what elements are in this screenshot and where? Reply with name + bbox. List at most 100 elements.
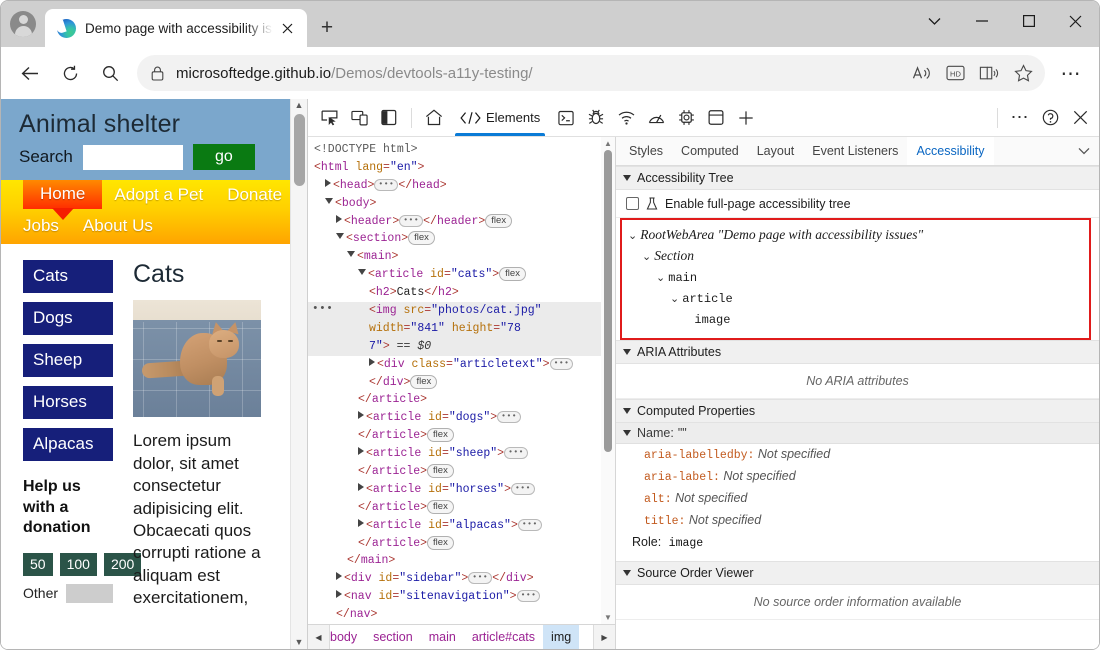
dom-tree-row[interactable]: <article id="dogs"> ••• [308,409,601,427]
search-button[interactable] [91,54,129,92]
tab-search-icon[interactable] [911,1,958,41]
enable-fullpage-checkbox[interactable] [626,197,639,210]
read-aloud-icon[interactable] [905,57,937,89]
a11y-tree-node[interactable]: ⌄ Section [622,246,1089,267]
dom-scroll-up-icon[interactable]: ▲ [604,139,612,148]
devtools-home-icon[interactable] [419,103,449,133]
dom-tree-row[interactable]: </article> [308,391,601,409]
tab-accessibility[interactable]: Accessibility [907,137,994,165]
category-dogs[interactable]: Dogs [23,302,113,336]
scroll-down-icon[interactable]: ▼ [295,638,304,647]
caret-right-icon[interactable] [358,482,364,491]
breadcrumb-item-section[interactable]: section [365,625,421,649]
performance-gauge-icon[interactable] [641,103,671,133]
tab-event-listeners[interactable]: Event Listeners [803,137,907,165]
site-nav-item-about[interactable]: About Us [71,212,165,240]
dom-tree-row[interactable]: <nav id="sitenavigation"> ••• [308,588,601,606]
favorite-star-icon[interactable] [1007,57,1039,89]
more-tools-ellipsis-icon[interactable]: ⋯ [1005,103,1035,133]
category-cats[interactable]: Cats [23,260,113,294]
dom-tree[interactable]: <!DOCTYPE html> <html lang="en"> <head> •••… [308,137,601,624]
section-computed-properties[interactable]: Computed Properties [616,399,1099,423]
caret-right-icon[interactable] [336,572,342,581]
dom-tree-row[interactable]: width="841" height="78 [308,319,601,338]
hd-icon[interactable]: HD [939,57,971,89]
dom-tree-row[interactable]: <article id="horses"> ••• [308,481,601,499]
scroll-up-icon[interactable]: ▲ [295,101,304,110]
caret-down-icon[interactable] [325,197,333,204]
caret-right-icon[interactable] [358,518,364,527]
dom-scroll-track[interactable] [601,148,615,613]
caret-right-icon[interactable] [358,411,364,420]
page-scroll-track[interactable] [291,110,307,638]
application-storage-icon[interactable] [701,103,731,133]
dom-scroll-down-icon[interactable]: ▼ [604,613,612,622]
back-button[interactable] [11,54,49,92]
dom-tree-row[interactable]: <h2>Cats</h2> [308,284,601,302]
dom-tree-row[interactable]: <article id="alpacas"> ••• [308,517,601,535]
dom-tree-row[interactable]: <div id="sidebar"> ••• </div> [308,570,601,588]
dom-tree-row[interactable]: <html lang="en"> [308,159,601,177]
donate-50-button[interactable]: 50 [23,552,53,576]
caret-right-icon[interactable] [325,178,331,187]
section-aria-attributes[interactable]: ARIA Attributes [616,340,1099,364]
dom-tree-row[interactable]: <section> flex [308,230,601,248]
more-tabs-chevron-icon[interactable] [1069,137,1099,165]
dom-tree-row[interactable]: <main> [308,248,601,266]
section-accessibility-tree[interactable]: Accessibility Tree [616,166,1099,190]
dom-tree-row[interactable]: <img src="photos/cat.jpg" [308,301,601,320]
add-panel-button[interactable] [731,103,761,133]
category-alpacas[interactable]: Alpacas [23,428,113,462]
memory-chip-icon[interactable] [671,103,701,133]
enable-fullpage-row[interactable]: Enable full-page accessibility tree [616,190,1099,218]
donate-100-button[interactable]: 100 [59,552,97,576]
dom-tree-row[interactable]: <article id="sheep"> ••• [308,445,601,463]
caret-down-icon[interactable]: ⌄ [656,272,668,284]
breadcrumb-item-body[interactable]: body [322,625,365,649]
breadcrumb-item-article-cats[interactable]: article#cats [464,625,543,649]
dom-tree-row[interactable]: </article> flex [308,427,601,445]
network-wifi-icon[interactable] [611,103,641,133]
search-input[interactable] [82,144,183,170]
dom-tree-row[interactable]: </main> [308,552,601,570]
dom-tree-row[interactable]: <header> ••• </header> flex [308,213,601,231]
dom-scroll-thumb[interactable] [604,150,612,452]
page-scrollbar[interactable]: ▲ ▼ [290,99,307,649]
site-nav-item-donate[interactable]: Donate [215,181,290,209]
dom-tree-row[interactable]: </div> flex [308,374,601,392]
a11y-tree-node[interactable]: ⌄ RootWebArea "Demo page with accessibil… [622,225,1089,246]
dom-tree-row[interactable]: </article> flex [308,463,601,481]
maximize-button[interactable] [1005,1,1052,41]
accessibility-tree[interactable]: ⌄ RootWebArea "Demo page with accessibil… [620,218,1091,340]
dom-tree-row[interactable]: </article> flex [308,535,601,553]
caret-right-icon[interactable] [369,357,375,366]
url-bar[interactable]: microsoftedge.github.io/Demos/devtools-a… [137,55,1045,91]
caret-down-icon[interactable] [358,269,366,276]
section-source-order-viewer[interactable]: Source Order Viewer [616,561,1099,585]
site-nav-item-home[interactable]: Home [23,180,103,210]
breadcrumb-scroll-right-icon[interactable]: ▶ [593,625,615,649]
profile-button[interactable] [1,1,45,47]
dock-side-icon[interactable] [374,103,404,133]
go-button[interactable]: go [192,144,255,171]
caret-down-icon[interactable] [347,251,355,258]
dom-tree-row[interactable]: 7"> == $0 [308,337,601,356]
help-question-icon[interactable] [1035,103,1065,133]
caret-right-icon[interactable] [358,447,364,456]
console-icon[interactable] [551,103,581,133]
category-sheep[interactable]: Sheep [23,344,113,378]
tab-styles[interactable]: Styles [620,137,672,165]
device-emulation-icon[interactable] [344,103,374,133]
page-scroll-thumb[interactable] [294,114,305,186]
caret-right-icon[interactable] [336,214,342,223]
caret-down-icon[interactable]: ⌄ [670,293,682,305]
dom-tree-row[interactable]: <article id="cats"> flex [308,266,601,284]
other-amount-input[interactable] [66,583,113,603]
site-nav-item-adopt[interactable]: Adopt a Pet [102,181,215,209]
inspect-element-icon[interactable] [314,103,344,133]
immersive-reader-icon[interactable] [973,57,1005,89]
breadcrumb-item-main[interactable]: main [421,625,464,649]
a11y-tree-node[interactable]: ⌄ main [622,267,1089,288]
close-window-button[interactable] [1052,1,1099,41]
tab-elements[interactable]: Elements [449,99,551,136]
